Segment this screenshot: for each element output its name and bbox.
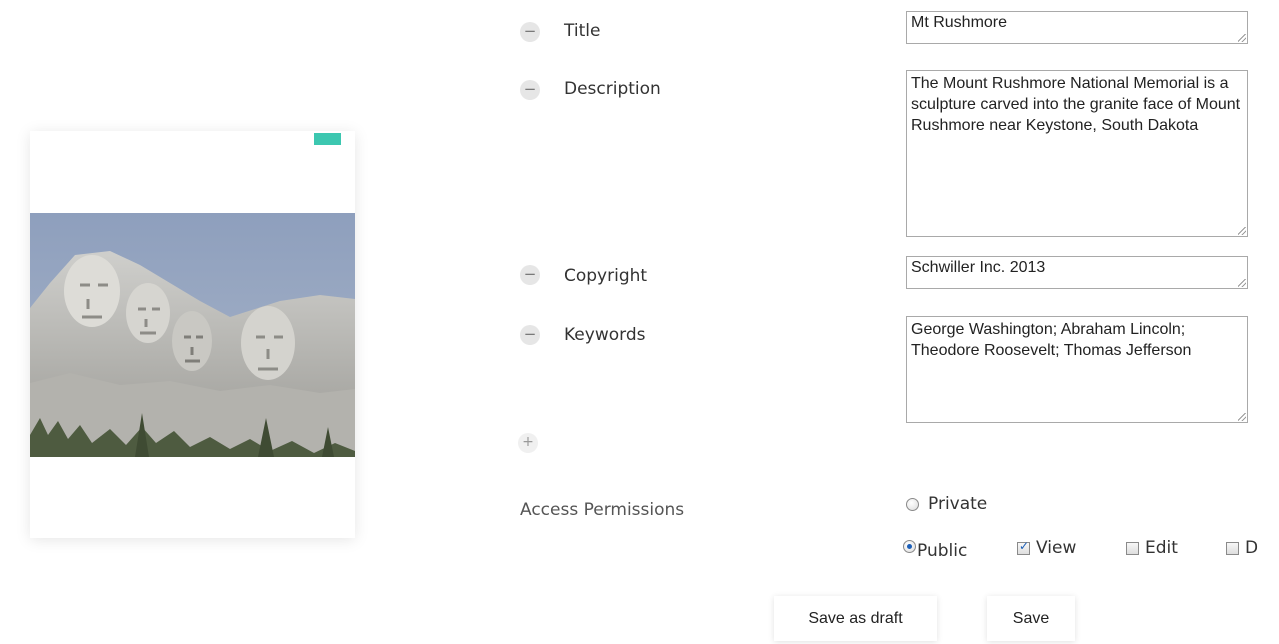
resize-grip-icon[interactable] [1238, 227, 1246, 235]
keywords-value: George Washington; Abraham Lincoln; Theo… [911, 321, 1192, 359]
resize-grip-icon[interactable] [1238, 413, 1246, 421]
add-field-icon[interactable]: + [518, 433, 538, 453]
public-radio[interactable] [903, 540, 916, 553]
remove-copyright-field-icon[interactable]: − [520, 265, 540, 285]
save-button[interactable]: Save [987, 596, 1075, 641]
photo-thumbnail [30, 213, 355, 457]
public-label: Public [917, 541, 968, 561]
view-label: View [1036, 538, 1077, 558]
title-value: Mt Rushmore [911, 14, 1008, 31]
card-accent-tag[interactable] [314, 133, 341, 145]
keywords-label: Keywords [564, 325, 646, 345]
view-checkbox[interactable] [1017, 539, 1030, 555]
resize-grip-icon[interactable] [1238, 279, 1246, 287]
edit-checkbox[interactable] [1126, 542, 1139, 555]
title-input[interactable]: Mt Rushmore [906, 11, 1248, 44]
photo-card [30, 131, 355, 538]
keywords-textarea[interactable]: George Washington; Abraham Lincoln; Theo… [906, 316, 1248, 423]
remove-description-field-icon[interactable]: − [520, 80, 540, 100]
title-label: Title [564, 21, 601, 41]
image-details-editor: − Title Mt Rushmore − Description The Mo… [0, 0, 1279, 644]
copyright-input[interactable]: Schwiller Inc. 2013 [906, 256, 1248, 289]
copyright-label: Copyright [564, 266, 648, 286]
remove-keywords-field-icon[interactable]: − [520, 325, 540, 345]
copyright-value: Schwiller Inc. 2013 [911, 259, 1046, 276]
description-textarea[interactable]: The Mount Rushmore National Memorial is … [906, 70, 1248, 237]
edit-label: Edit [1145, 538, 1178, 558]
access-permissions-label: Access Permissions [520, 500, 685, 520]
delete-label: D [1245, 538, 1259, 558]
save-as-draft-button[interactable]: Save as draft [774, 596, 937, 641]
description-label: Description [564, 79, 661, 99]
delete-checkbox[interactable] [1226, 542, 1239, 555]
description-value: The Mount Rushmore National Memorial is … [911, 75, 1241, 134]
private-label: Private [928, 494, 988, 514]
resize-grip-icon[interactable] [1238, 34, 1246, 42]
remove-title-field-icon[interactable]: − [520, 22, 540, 42]
private-radio[interactable] [906, 498, 919, 511]
